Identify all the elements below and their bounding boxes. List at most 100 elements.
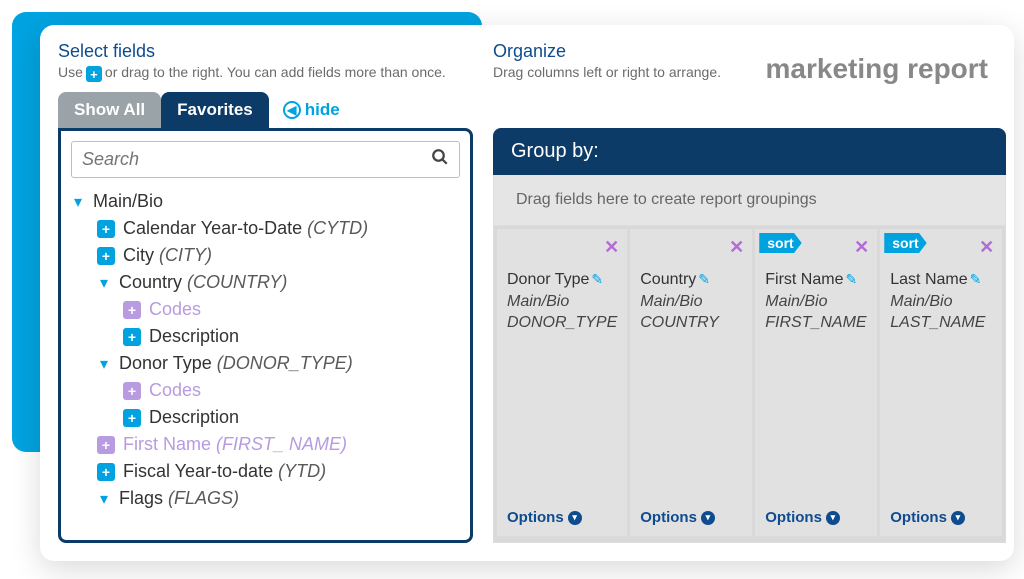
- chevron-down-icon: ▾: [826, 511, 840, 525]
- close-icon[interactable]: ✕: [979, 237, 994, 258]
- close-icon[interactable]: ✕: [604, 237, 619, 258]
- tree-group-country[interactable]: Country (COUNTRY): [71, 269, 452, 296]
- tree-label: First Name (FIRST_ NAME): [123, 434, 347, 455]
- tree-group-donor-type[interactable]: Donor Type (DONOR_TYPE): [71, 350, 452, 377]
- column-title: Donor Type: [507, 271, 589, 288]
- tree-group-flags[interactable]: Flags (FLAGS): [71, 485, 452, 512]
- report-column[interactable]: sort ✕ First Name✎ Main/BioFIRST_NAME Option…: [755, 229, 877, 536]
- tree-group-main-bio[interactable]: Main/Bio: [71, 188, 452, 215]
- columns-area[interactable]: ✕Donor Type✎Main/BioDONOR_TYPEOptions▾✕C…: [493, 226, 1006, 543]
- tree-label: Fiscal Year-to-date (YTD): [123, 461, 326, 482]
- column-options-button[interactable]: Options ▾: [765, 469, 867, 526]
- chevron-down-icon: [97, 273, 111, 293]
- pencil-icon[interactable]: ✎: [845, 271, 857, 287]
- tree-label: Description: [149, 326, 239, 347]
- add-icon[interactable]: +: [123, 328, 141, 346]
- search-icon: [431, 148, 449, 171]
- tree-label: Codes: [149, 380, 201, 401]
- add-icon[interactable]: +: [123, 301, 141, 319]
- field-tabs: Show All Favorites ◀ hide: [58, 92, 473, 128]
- column-body: First Name✎ Main/BioFIRST_NAME: [765, 269, 867, 334]
- tree-item-ytd[interactable]: + Fiscal Year-to-date (YTD): [71, 458, 452, 485]
- tab-show-all[interactable]: Show All: [58, 92, 161, 128]
- pencil-icon[interactable]: ✎: [970, 271, 982, 287]
- tree-label: Donor Type (DONOR_TYPE): [119, 353, 353, 374]
- hide-label: hide: [305, 100, 340, 120]
- sort-badge[interactable]: sort: [884, 233, 926, 253]
- column-body: Donor Type✎ Main/BioDONOR_TYPE: [507, 269, 617, 334]
- report-builder-card: marketing report Select fields Use + or …: [40, 25, 1014, 561]
- pencil-icon[interactable]: ✎: [698, 271, 710, 287]
- add-icon[interactable]: +: [97, 220, 115, 238]
- options-label: Options: [640, 509, 697, 526]
- tree-label: City (CITY): [123, 245, 212, 266]
- column-options-button[interactable]: Options ▾: [507, 469, 617, 526]
- chevron-down-icon: [97, 354, 111, 374]
- column-api: FIRST_NAME: [765, 312, 867, 334]
- column-title: First Name: [765, 271, 843, 288]
- report-column[interactable]: sort ✕ Last Name✎ Main/BioLAST_NAME Options▾: [880, 229, 1002, 536]
- select-fields-subtext: Use + or drag to the right. You can add …: [58, 64, 473, 80]
- subtext-post: or drag to the right. You can add fields…: [105, 64, 446, 80]
- options-label: Options: [765, 509, 822, 526]
- chevron-left-icon: ◀: [283, 101, 301, 119]
- column-path: Main/Bio: [890, 291, 992, 313]
- add-icon[interactable]: +: [123, 409, 141, 427]
- report-title: marketing report: [766, 53, 989, 85]
- close-icon[interactable]: ✕: [854, 237, 869, 258]
- field-tree[interactable]: Main/Bio + Calendar Year-to-Date (CYTD) …: [71, 188, 460, 530]
- tree-item-country-codes[interactable]: + Codes: [71, 296, 452, 323]
- tree-item-donor-codes[interactable]: + Codes: [71, 377, 452, 404]
- select-fields-pane: Select fields Use + or drag to the right…: [58, 41, 473, 543]
- options-label: Options: [890, 509, 947, 526]
- tree-label: Main/Bio: [93, 191, 163, 212]
- column-path: Main/Bio: [640, 291, 742, 313]
- tree-label: Description: [149, 407, 239, 428]
- search-field-wrap: [71, 141, 460, 178]
- organize-pane: Organize Drag columns left or right to a…: [493, 41, 1006, 543]
- select-fields-heading: Select fields: [58, 41, 473, 62]
- add-icon[interactable]: +: [97, 247, 115, 265]
- tree-label: Country (COUNTRY): [119, 272, 287, 293]
- column-body: Country✎ Main/BioCOUNTRY: [640, 269, 742, 334]
- tree-item-first-name[interactable]: + First Name (FIRST_ NAME): [71, 431, 452, 458]
- column-path: Main/Bio: [765, 291, 867, 313]
- tab-favorites[interactable]: Favorites: [161, 92, 269, 128]
- add-icon[interactable]: +: [123, 382, 141, 400]
- subtext-pre: Use: [58, 64, 83, 80]
- group-by-dropzone[interactable]: Drag fields here to create report groupi…: [493, 175, 1006, 226]
- tree-label: Codes: [149, 299, 201, 320]
- tree-item-country-description[interactable]: + Description: [71, 323, 452, 350]
- column-title: Last Name: [890, 271, 967, 288]
- tree-label: Flags (FLAGS): [119, 488, 239, 509]
- column-title: Country: [640, 271, 696, 288]
- add-icon[interactable]: +: [97, 436, 115, 454]
- report-column[interactable]: ✕ Country✎ Main/BioCOUNTRY Options ▾: [630, 229, 752, 536]
- column-options-button[interactable]: Options▾: [890, 469, 992, 526]
- sort-badge[interactable]: sort: [759, 233, 801, 253]
- column-path: Main/Bio: [507, 291, 617, 313]
- column-api: DONOR_TYPE: [507, 312, 617, 334]
- chevron-down-icon: [97, 489, 111, 509]
- add-icon: +: [86, 66, 102, 82]
- options-label: Options: [507, 509, 564, 526]
- field-picker: Main/Bio + Calendar Year-to-Date (CYTD) …: [58, 128, 473, 543]
- chevron-down-icon: ▾: [701, 511, 715, 525]
- report-column[interactable]: ✕ Donor Type✎ Main/BioDONOR_TYPE Options ▾: [497, 229, 627, 536]
- add-icon[interactable]: +: [97, 463, 115, 481]
- column-options-button[interactable]: Options ▾: [640, 469, 742, 526]
- chevron-down-icon: [71, 192, 85, 212]
- tree-item-city[interactable]: + City (CITY): [71, 242, 452, 269]
- hide-panel-button[interactable]: ◀ hide: [283, 100, 340, 128]
- column-api: LAST_NAME: [890, 312, 992, 334]
- group-by-header: Group by:: [493, 128, 1006, 175]
- pencil-icon[interactable]: ✎: [591, 271, 603, 287]
- tree-item-donor-description[interactable]: + Description: [71, 404, 452, 431]
- column-api: COUNTRY: [640, 312, 742, 334]
- search-input[interactable]: [82, 149, 431, 170]
- close-icon[interactable]: ✕: [729, 237, 744, 258]
- tree-label: Calendar Year-to-Date (CYTD): [123, 218, 368, 239]
- tree-item-cytd[interactable]: + Calendar Year-to-Date (CYTD): [71, 215, 452, 242]
- column-body: Last Name✎ Main/BioLAST_NAME: [890, 269, 992, 334]
- chevron-down-icon: ▾: [568, 511, 582, 525]
